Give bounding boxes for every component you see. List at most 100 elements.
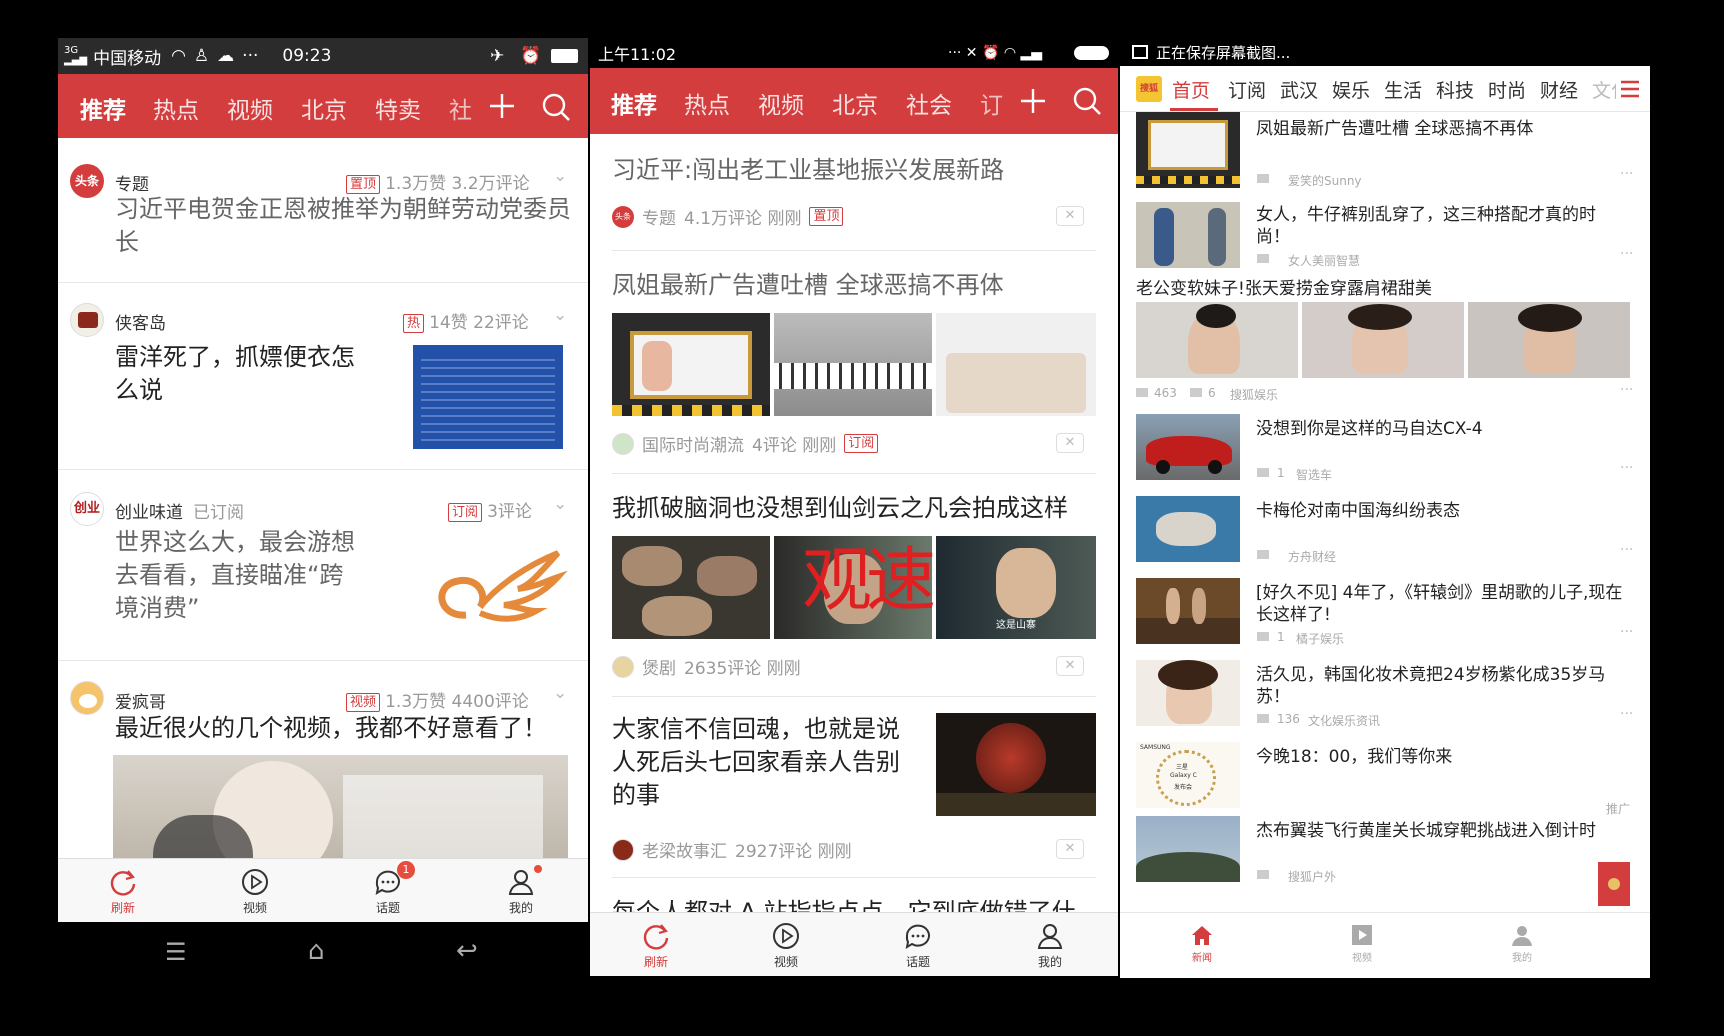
feed-item[interactable]: 我抓破脑洞也没想到仙剑云之凡会拍成这样 这是山寨 观速 煲剧 2635评论 刚刚…	[590, 474, 1118, 696]
tab-news[interactable]: 新闻	[1182, 923, 1222, 964]
tab-mine[interactable]: 我的	[1020, 921, 1080, 970]
tab-entertainment[interactable]: 娱乐	[1332, 76, 1370, 103]
tab-beijing[interactable]: 北京	[832, 86, 878, 120]
tab-beijing[interactable]: 北京	[301, 91, 347, 125]
tab-mine[interactable]: 我的	[1502, 923, 1542, 964]
home-icon	[1192, 926, 1212, 945]
item-thumbnail	[1136, 816, 1240, 882]
tab-life[interactable]: 生活	[1384, 76, 1422, 103]
left-channel-bar: 推荐 热点 视频 北京 特卖 社	[58, 74, 588, 138]
tab-video-bottom[interactable]: 视频	[225, 867, 285, 916]
feed-item[interactable]: 头条 专题 置顶 1.3万赞 3.2万评论 ⌄ 习近平电贺金正恩被推举为朝鲜劳动…	[58, 138, 588, 282]
tab-finance[interactable]: 财经	[1540, 76, 1578, 103]
tab-society[interactable]: 社会	[906, 86, 952, 120]
feed-item[interactable]: 习近平:闯出老工业基地振兴发展新路 头条 专题 4.1万评论 刚刚 置顶 ✕	[590, 134, 1118, 250]
tab-recommend[interactable]: 推荐	[80, 91, 126, 125]
feed-item[interactable]: 爱疯哥 视频 1.3万赞 4400评论 ⌄ 最近很火的几个视频，我都不好意看了！	[58, 661, 588, 865]
floating-action-button[interactable]	[1598, 862, 1630, 906]
menu-icon[interactable]	[1620, 79, 1640, 99]
article-title: 世界这么大，最会游想去看看，直接瞄准“跨境消费”	[115, 528, 355, 622]
wifi-icon: ◠	[171, 46, 186, 66]
home-icon[interactable]: ⌂	[308, 936, 325, 966]
tab-mine[interactable]: 我的	[491, 865, 551, 916]
tab-video[interactable]: 视频	[758, 86, 804, 120]
item-source: 搜狐户外	[1288, 870, 1337, 884]
tab-sale[interactable]: 特卖	[375, 91, 421, 125]
tab-subscribe[interactable]: 订	[980, 86, 1003, 120]
tab-topic[interactable]: 话题	[888, 921, 948, 970]
more-options-icon[interactable]: ···	[1620, 166, 1633, 182]
refresh-icon	[110, 870, 136, 896]
tab-home[interactable]: 首页	[1172, 76, 1210, 103]
tab-refresh[interactable]: 刷新	[93, 867, 153, 916]
add-channel-icon[interactable]	[489, 93, 515, 119]
more-options-icon[interactable]: ···	[1620, 706, 1633, 722]
article-title: 雷洋死了，抓嫖便衣怎么说	[115, 343, 355, 404]
article-meta: 老梁故事汇 2927评论 刚刚	[612, 837, 852, 862]
play-circle-icon	[242, 869, 268, 895]
tab-fashion[interactable]: 时尚	[1488, 76, 1526, 103]
ad-line: 三星	[1176, 764, 1189, 771]
news-item[interactable]: 活久见，韩国化妆术竟把24岁杨紫化成35岁马苏！ 136 文化娱乐资讯 ···	[1120, 660, 1650, 738]
search-icon[interactable]	[1072, 86, 1102, 116]
chevron-down-icon[interactable]: ⌄	[553, 305, 567, 325]
left-status-bar: 3G ▂▄▆ 中国移动 ◠ ♙ ☁ ··· 09:23 ✈ ⏰	[58, 38, 588, 74]
gallery-item[interactable]: 老公变软妹子!张天爱捞金穿露肩裙甜美 463 6 搜狐娱乐 ···	[1120, 278, 1650, 408]
menu-icon[interactable]: ☰	[165, 938, 187, 966]
ad-line: Galaxy C	[1170, 772, 1197, 779]
tab-hot[interactable]: 热点	[153, 91, 199, 125]
tab-wuhan[interactable]: 武汉	[1280, 76, 1318, 103]
left-feed: 头条 专题 置顶 1.3万赞 3.2万评论 ⌄ 习近平电贺金正恩被推举为朝鲜劳动…	[58, 138, 588, 865]
news-item[interactable]: 女人，牛仔裤别乱穿了，这三种搭配才真的时尚！ 女人美丽智慧 ···	[1120, 198, 1650, 276]
item-source: 文化娱乐资讯	[1308, 714, 1381, 728]
gallery-image	[1302, 302, 1464, 378]
article-image	[774, 313, 932, 416]
tab-recommend[interactable]: 推荐	[611, 86, 657, 120]
more-options-icon[interactable]: ···	[1620, 624, 1633, 640]
stats-text: 3评论	[487, 502, 532, 522]
news-item[interactable]: 没想到你是这样的马自达CX-4 1 智选车 ···	[1120, 414, 1650, 494]
add-channel-icon[interactable]	[1020, 88, 1046, 114]
sohu-logo[interactable]: 搜狐	[1136, 76, 1162, 102]
ad-item[interactable]: SAMSUNG 三星 Galaxy C 发布会 今晚18：00，我们等你来 推广	[1120, 742, 1650, 824]
tab-society[interactable]: 社	[449, 91, 472, 125]
tab-culture[interactable]: 文化	[1592, 76, 1616, 103]
tab-topic[interactable]: 话题 1	[358, 861, 418, 916]
tab-hot[interactable]: 热点	[684, 86, 730, 120]
tab-video-bottom[interactable]: 视频	[1342, 923, 1382, 964]
comment-icon	[1257, 632, 1269, 641]
news-item[interactable]: 杰布翼装飞行黄崖关长城穿靶挑战进入倒计时 搜狐户外	[1120, 816, 1650, 896]
back-icon[interactable]: ↩	[456, 936, 478, 966]
tab-refresh[interactable]: 刷新	[626, 921, 686, 970]
chevron-down-icon[interactable]: ⌄	[553, 683, 567, 703]
feed-item[interactable]: 侠客岛 热 14赞 22评论 ⌄ 雷洋死了，抓嫖便衣怎么说	[58, 283, 588, 469]
tab-tech[interactable]: 科技	[1436, 76, 1474, 103]
more-options-icon[interactable]: ···	[1620, 246, 1633, 262]
tab-video-bottom[interactable]: 视频	[756, 921, 816, 970]
feed-item[interactable]: 创业 创业味道 已订阅 订阅 3评论 ⌄ 世界这么大，最会游想去看看，直接瞄准“…	[58, 470, 588, 660]
user-icon	[1037, 924, 1063, 949]
source-avatar	[612, 838, 634, 861]
tab-subscribe[interactable]: 订阅	[1228, 76, 1266, 103]
dislike-button[interactable]: ✕	[1056, 839, 1084, 859]
dislike-button[interactable]: ✕	[1056, 206, 1084, 226]
video-thumbnail[interactable]	[113, 755, 568, 865]
news-item[interactable]: 凤姐最新广告遭吐槽 全球恶搞不再体 爱笑的Sunny ···	[1120, 112, 1650, 198]
more-options-icon[interactable]: ···	[1620, 460, 1633, 476]
feed-item[interactable]: 凤姐最新广告遭吐槽 全球恶搞不再体 国际时尚潮流 4评论 刚刚 订阅 ✕	[590, 251, 1118, 473]
more-options-icon[interactable]: ···	[1620, 542, 1633, 558]
more-options-icon[interactable]: ···	[1620, 382, 1633, 398]
tab-video[interactable]: 视频	[227, 91, 273, 125]
meta-text: 2927评论 刚刚	[735, 842, 852, 862]
dislike-button[interactable]: ✕	[1056, 656, 1084, 676]
feed-item[interactable]: 大家信不信回魂，也就是说人死后头七回家看亲人告别的事 老梁故事汇 2927评论 …	[590, 697, 1118, 877]
chevron-down-icon[interactable]: ⌄	[553, 494, 567, 514]
chevron-down-icon[interactable]: ⌄	[553, 166, 567, 186]
news-item[interactable]: [好久不见] 4年了，《轩辕剑》里胡歌的儿子,现在长这样了! 1 橘子娱乐 ··…	[1120, 578, 1650, 656]
news-item[interactable]: 卡梅伦对南中国海纠纷表态 方舟财经 ···	[1120, 496, 1650, 574]
meta-text: 2635评论 刚刚	[684, 659, 801, 679]
source-name: 老梁故事汇	[642, 842, 727, 862]
search-icon[interactable]	[541, 92, 571, 122]
dislike-button[interactable]: ✕	[1056, 433, 1084, 453]
status-icons: ··· ✕ ⏰ ◠ ▂▄	[948, 45, 1043, 61]
